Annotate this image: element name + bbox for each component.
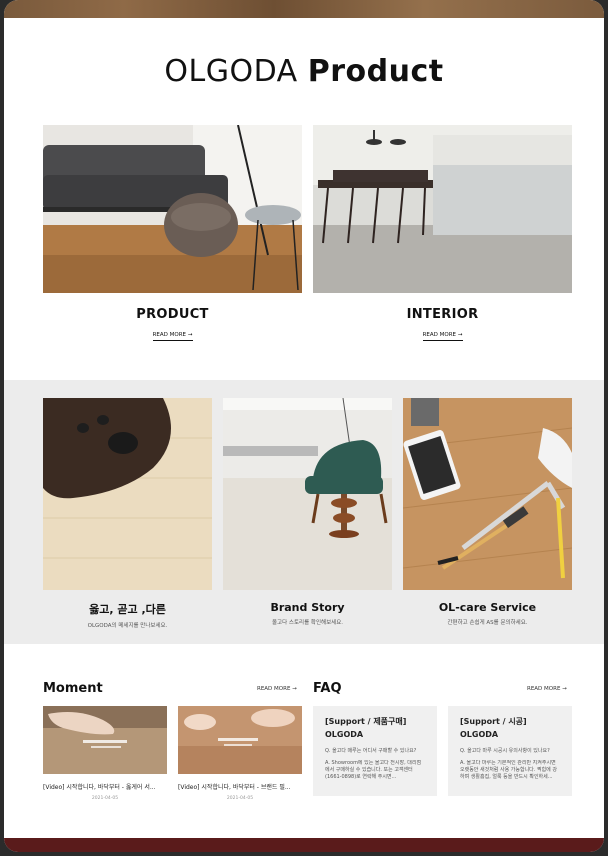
ol-care-subtitle: 간편하고 손쉽게 AS를 문의하세요.: [447, 620, 528, 626]
interior-image[interactable]: [313, 125, 572, 293]
brand-story-subtitle: 올고다 스토리를 확인해보세요.: [271, 620, 344, 626]
brand-story-image[interactable]: [223, 398, 392, 590]
ol-care-card[interactable]: OL-care Service 간편하고 손쉽게 AS를 문의하세요.: [403, 398, 572, 626]
message-subtitle: OLGODA의 메세지를 만나보세요.: [87, 623, 168, 629]
page-frame: OLGODA Product PRODUCT READ MORE → INTER…: [4, 0, 604, 852]
product-read-more-link[interactable]: READ MORE →: [152, 332, 193, 341]
brand-story-label[interactable]: Brand Story: [223, 601, 392, 614]
faq-question-1: Q. 올고다 매루는 어디서 구매할 수 있나요?: [325, 748, 417, 754]
faq-category-1: [Support / 제품구매]: [325, 717, 407, 726]
interior-card[interactable]: INTERIOR READ MORE →: [313, 125, 572, 341]
moment-caption-2[interactable]: [Video] 시작합니다, 바닥부터 - 브랜드 필...: [178, 782, 302, 791]
interior-label[interactable]: INTERIOR: [313, 307, 572, 322]
faq-title: FAQ: [313, 681, 342, 696]
ol-care-label[interactable]: OL-care Service: [403, 601, 572, 614]
ol-care-image[interactable]: [403, 398, 572, 590]
product-card[interactable]: PRODUCT READ MORE →: [43, 125, 302, 341]
product-image[interactable]: [43, 125, 302, 293]
header-wood-image: [4, 0, 604, 18]
moment-video-thumbnail-2[interactable]: [178, 706, 302, 774]
moment-date-1: 2021-04-05: [91, 796, 119, 801]
faq-answer-1: A. Showroom에 있는 올고다 전시장, 대리점에서 구매하실 수 있습…: [325, 760, 422, 780]
message-image[interactable]: [43, 398, 212, 590]
title-product: Product: [307, 54, 444, 89]
faq-card-1[interactable]: [Support / 제품구매] OLGODA Q. 올고다 매루는 어디서 구…: [313, 706, 437, 796]
brand-story-card[interactable]: Brand Story 올고다 스토리를 확인해보세요.: [223, 398, 392, 626]
moment-date-2: 2021-04-05: [226, 796, 254, 801]
interior-read-more-link[interactable]: READ MORE →: [422, 332, 463, 341]
faq-category-2: [Support / 시공]: [460, 717, 527, 726]
faq-question-2: Q. 올고다 마루 시공시 유의사항이 있나요?: [460, 748, 550, 754]
message-card[interactable]: 옳고, 곧고 ,다른 OLGODA의 메세지를 만나보세요.: [43, 398, 212, 629]
moment-video-thumbnail-1[interactable]: [43, 706, 167, 774]
title-brand: OLGODA: [164, 54, 298, 89]
faq-card-2[interactable]: [Support / 시공] OLGODA Q. 올고다 마루 시공시 유의사항…: [448, 706, 572, 796]
moment-caption-1[interactable]: [Video] 시작합니다, 바닥부터 - 옳게어 서...: [43, 782, 167, 791]
product-label[interactable]: PRODUCT: [43, 307, 302, 322]
moment-item-2[interactable]: [Video] 시작합니다, 바닥부터 - 브랜드 필... 2021-04-0…: [178, 706, 302, 801]
footer-bar: [4, 838, 604, 852]
faq-brand-2: OLGODA: [460, 730, 499, 739]
faq-brand-1: OLGODA: [325, 730, 364, 739]
page-title: OLGODA Product: [4, 54, 604, 89]
faq-answer-2: A. 올고다 마루는 기본적인 관리만 지켜주시면 오랫동안 새것처럼 사용 가…: [460, 760, 557, 780]
faq-read-more-link[interactable]: READ MORE →: [527, 686, 567, 692]
moment-read-more-link[interactable]: READ MORE →: [257, 686, 297, 692]
message-label[interactable]: 옳고, 곧고 ,다른: [43, 601, 212, 617]
moment-item-1[interactable]: [Video] 시작합니다, 바닥부터 - 옳게어 서... 2021-04-0…: [43, 706, 167, 801]
moment-title: Moment: [43, 681, 103, 696]
